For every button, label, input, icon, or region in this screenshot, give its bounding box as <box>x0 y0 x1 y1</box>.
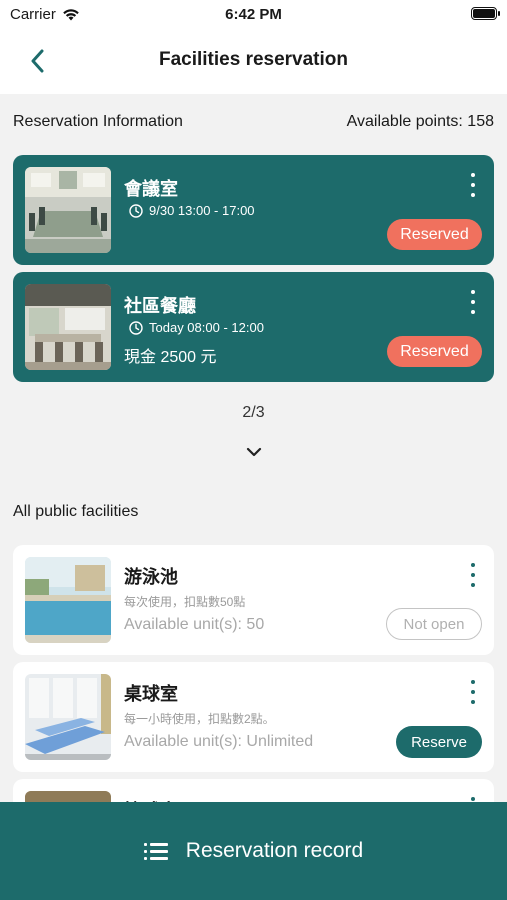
available-units: Available unit(s): 50 <box>124 616 265 633</box>
more-options-icon[interactable] <box>466 563 480 587</box>
facility-description: 每一小時使用，扣點數2點。 <box>124 712 275 726</box>
facility-name: 桌球室 <box>124 684 178 704</box>
reserved-badge: Reserved <box>387 219 482 250</box>
navigation-bar: Facilities reservation <box>0 30 507 94</box>
expand-button[interactable] <box>242 440 266 464</box>
not-open-button[interactable]: Not open <box>386 608 482 640</box>
reservation-section-header: Reservation Information Available points… <box>13 113 494 131</box>
more-options-icon[interactable] <box>466 680 480 704</box>
reservation-price: 現金 2500 元 <box>124 349 217 366</box>
reservation-facility-name: 會議室 <box>124 179 178 199</box>
reservation-facility-name: 社區餐廳 <box>124 296 196 316</box>
clock-icon <box>129 203 143 218</box>
reserve-button[interactable]: Reserve <box>396 726 482 758</box>
facility-description: 每次使用，扣點數50點 <box>124 595 246 609</box>
reservation-heading: Reservation Information <box>13 113 183 130</box>
reservation-record-button[interactable]: Reservation record <box>0 802 507 900</box>
meeting-room-photo <box>25 167 111 253</box>
reservation-card[interactable]: 社區餐廳 Today 08:00 - 12:00 現金 2500 元 Reser… <box>13 272 494 382</box>
facility-card[interactable]: 游泳池 每次使用，扣點數50點 Available unit(s): 50 No… <box>13 545 494 655</box>
facilities-heading: All public facilities <box>13 503 139 520</box>
table-tennis-room-photo <box>25 674 111 760</box>
swimming-pool-photo <box>25 557 111 643</box>
facility-name: 游泳池 <box>124 567 178 587</box>
reservation-time: 9/30 13:00 - 17:00 <box>149 203 255 218</box>
status-bar: Carrier 6:42 PM <box>0 0 507 30</box>
reservation-record-label: Reservation record <box>185 839 364 862</box>
list-icon <box>143 842 168 860</box>
reserved-badge: Reserved <box>387 336 482 367</box>
battery-icon <box>471 7 500 20</box>
more-options-icon[interactable] <box>466 290 480 314</box>
reservation-time-row: 9/30 13:00 - 17:00 <box>129 203 255 218</box>
more-options-icon[interactable] <box>466 173 480 197</box>
facility-card[interactable]: 桌球室 每一小時使用，扣點數2點。 Available unit(s): Unl… <box>13 662 494 772</box>
available-units: Available unit(s): Unlimited <box>124 733 314 750</box>
reservation-card[interactable]: 會議室 9/30 13:00 - 17:00 Reserved <box>13 155 494 265</box>
page-indicator: 2/3 <box>242 404 265 421</box>
restaurant-photo <box>25 284 111 370</box>
clock: 6:42 PM <box>225 6 282 23</box>
available-points: Available points: 158 <box>346 113 494 130</box>
reservation-time-row: Today 08:00 - 12:00 <box>129 320 264 335</box>
chevron-down-icon <box>246 447 262 457</box>
reservation-time: Today 08:00 - 12:00 <box>149 320 264 335</box>
page-title: Facilities reservation <box>158 49 349 70</box>
facilities-section-header: All public facilities <box>13 503 494 521</box>
clock-icon <box>129 320 143 335</box>
